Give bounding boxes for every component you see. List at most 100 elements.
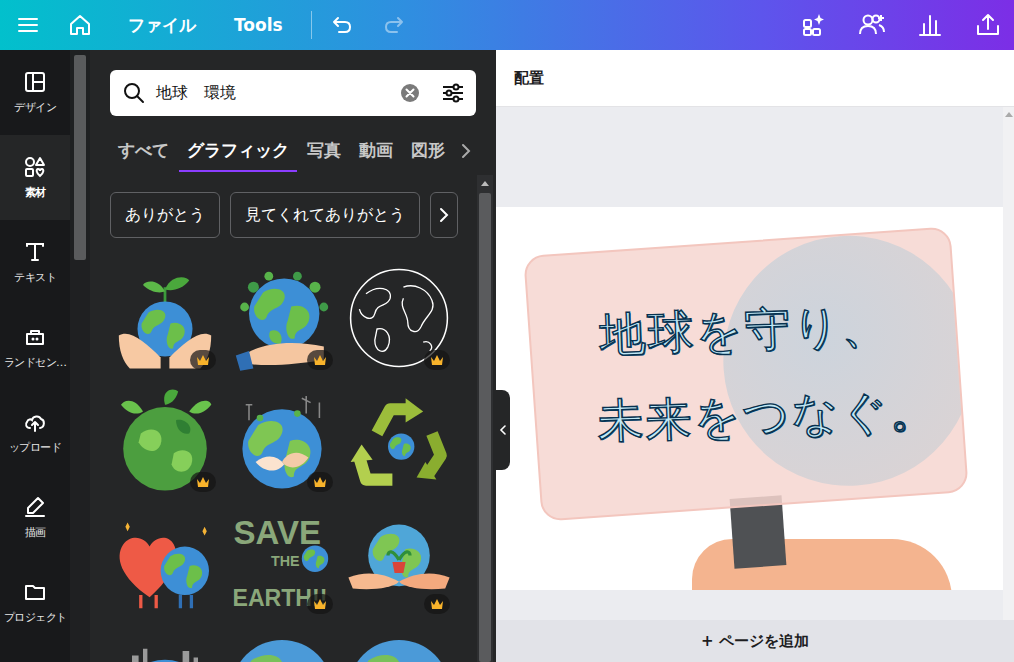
graphic-tile[interactable] — [344, 262, 454, 374]
city-graphic[interactable] — [110, 629, 220, 662]
sidebar-item[interactable]: 描画 — [0, 475, 70, 560]
graphic-tile[interactable] — [110, 506, 220, 618]
suggestion-chips: ありがとう見てくれてありがとう — [110, 192, 460, 238]
draw-pen-icon[interactable] — [23, 495, 47, 519]
graphic-tile[interactable] — [227, 262, 337, 374]
bar-chart-icon[interactable] — [917, 12, 943, 38]
sidebar-label: プロジェクト — [4, 610, 67, 625]
sidebar-item[interactable]: プロジェクト — [0, 560, 70, 645]
graphic-tile[interactable] — [227, 628, 337, 662]
crown-icon — [430, 598, 444, 610]
category-tab[interactable]: 図形 — [403, 130, 453, 172]
insights-button[interactable] — [912, 9, 948, 41]
graphic-tile[interactable] — [344, 506, 454, 618]
design-layout-icon[interactable] — [23, 70, 47, 94]
panel-scrollbar[interactable] — [477, 175, 493, 662]
folder-icon[interactable] — [23, 580, 47, 604]
category-tab[interactable]: すべて — [110, 130, 177, 172]
sidebar-label: テキスト — [14, 270, 56, 285]
design-text-line: 未来をつなぐ。 — [597, 379, 939, 453]
upload-cloud-icon[interactable] — [23, 410, 47, 434]
sidebar-label: 描画 — [25, 525, 46, 540]
sign-board[interactable]: 地球を守り、未来をつなぐ。 — [523, 226, 969, 521]
chevron-left-icon[interactable] — [499, 424, 507, 436]
magic-switch-icon[interactable] — [801, 12, 827, 38]
canvas-scrollbar[interactable] — [1003, 107, 1014, 620]
arrange-button[interactable]: 配置 — [514, 69, 544, 88]
chevron-right-icon[interactable] — [459, 142, 473, 160]
category-tabs: すべてグラフィック写真動画図形 — [110, 130, 476, 172]
panel-collapse-handle[interactable] — [496, 390, 510, 470]
crown-icon — [313, 354, 327, 366]
undo-icon[interactable] — [330, 13, 354, 37]
sidebar-label: ランドセン… — [4, 355, 67, 370]
graphics-grid: SAVETHEEARTH!! — [110, 262, 476, 662]
filter-icon[interactable] — [440, 80, 466, 106]
scroll-up-icon[interactable] — [1005, 111, 1013, 117]
sidebar-scrollbar[interactable] — [70, 50, 90, 662]
graphic-tile[interactable] — [110, 262, 220, 374]
crown-icon — [196, 354, 210, 366]
category-tab[interactable]: 動画 — [351, 130, 401, 172]
heart-graphic[interactable] — [110, 507, 220, 617]
sidebar-item[interactable]: ップロード — [0, 390, 70, 475]
category-tab[interactable]: 写真 — [299, 130, 349, 172]
add-page-button[interactable]: + ページを追加 — [496, 620, 1014, 662]
topbar-menu-item[interactable]: ファイル — [122, 10, 202, 41]
topbar-menu-item[interactable]: Tools — [228, 11, 289, 39]
category-tab[interactable]: グラフィック — [179, 130, 297, 172]
sidebar-item[interactable]: デザイン — [0, 50, 70, 135]
chips-next-button[interactable] — [430, 192, 458, 238]
svg-text:THE: THE — [271, 553, 300, 569]
scroll-up-icon[interactable] — [480, 179, 490, 187]
design-page[interactable]: 地球を守り、未来をつなぐ。 — [496, 207, 1003, 590]
search-field[interactable]: 地球 環境 — [110, 70, 476, 116]
elements-shapes-icon[interactable] — [23, 155, 47, 179]
top-bar: ファイル Tools — [0, 0, 1014, 50]
graphic-tile[interactable] — [344, 628, 454, 662]
canvas-stage: 地球を守り、未来をつなぐ。 — [496, 107, 1014, 620]
graphic-tile[interactable] — [110, 628, 220, 662]
sidebar-label: ップロード — [9, 440, 62, 455]
plain-graphic[interactable] — [344, 629, 454, 662]
search-input[interactable]: 地球 環境 — [156, 83, 390, 104]
search-icon — [122, 81, 146, 105]
design-text[interactable]: 地球を守り、未来をつなぐ。 — [554, 293, 939, 454]
scrollbar-thumb[interactable] — [74, 55, 86, 260]
graphic-tile[interactable] — [344, 384, 454, 496]
topbar-divider — [311, 11, 312, 39]
suggestion-chip[interactable]: ありがとう — [110, 192, 220, 238]
clear-icon[interactable] — [400, 83, 420, 103]
text-tool-icon[interactable] — [23, 240, 47, 264]
crown-icon — [196, 476, 210, 488]
menu-button[interactable] — [12, 9, 44, 41]
crown-icon — [430, 354, 444, 366]
scrollbar-thumb[interactable] — [479, 193, 491, 662]
undo-button[interactable] — [326, 9, 358, 41]
upload-share-button[interactable] — [970, 9, 1006, 41]
brand-kit-icon[interactable] — [23, 325, 47, 349]
graphic-tile[interactable] — [110, 384, 220, 496]
home-icon[interactable] — [68, 13, 92, 37]
magic-button[interactable] — [796, 9, 832, 41]
premium-badge — [307, 472, 333, 492]
add-people-icon[interactable] — [858, 12, 886, 38]
svg-text:SAVE: SAVE — [234, 514, 321, 551]
sidebar-item[interactable]: 素材 — [0, 135, 70, 220]
crown-icon — [313, 598, 327, 610]
graphic-tile[interactable] — [227, 384, 337, 496]
chevron-right-icon[interactable] — [437, 206, 451, 224]
recycle-graphic[interactable] — [344, 385, 454, 495]
sidebar: デザイン素材テキストランドセン… ップロード描画プロジェクト — [0, 50, 70, 662]
upload-icon[interactable] — [975, 12, 1001, 38]
home-button[interactable] — [64, 9, 96, 41]
suggestion-chip[interactable]: 見てくれてありがとう — [230, 192, 420, 238]
share-people-button[interactable] — [854, 9, 890, 41]
plain-graphic[interactable] — [227, 629, 337, 662]
redo-button[interactable] — [378, 9, 410, 41]
sidebar-item[interactable]: ランドセン… — [0, 305, 70, 390]
sidebar-item[interactable]: テキスト — [0, 220, 70, 305]
redo-icon[interactable] — [382, 13, 406, 37]
menu-icon[interactable] — [16, 13, 40, 37]
graphic-tile[interactable]: SAVETHEEARTH!! — [227, 506, 337, 618]
